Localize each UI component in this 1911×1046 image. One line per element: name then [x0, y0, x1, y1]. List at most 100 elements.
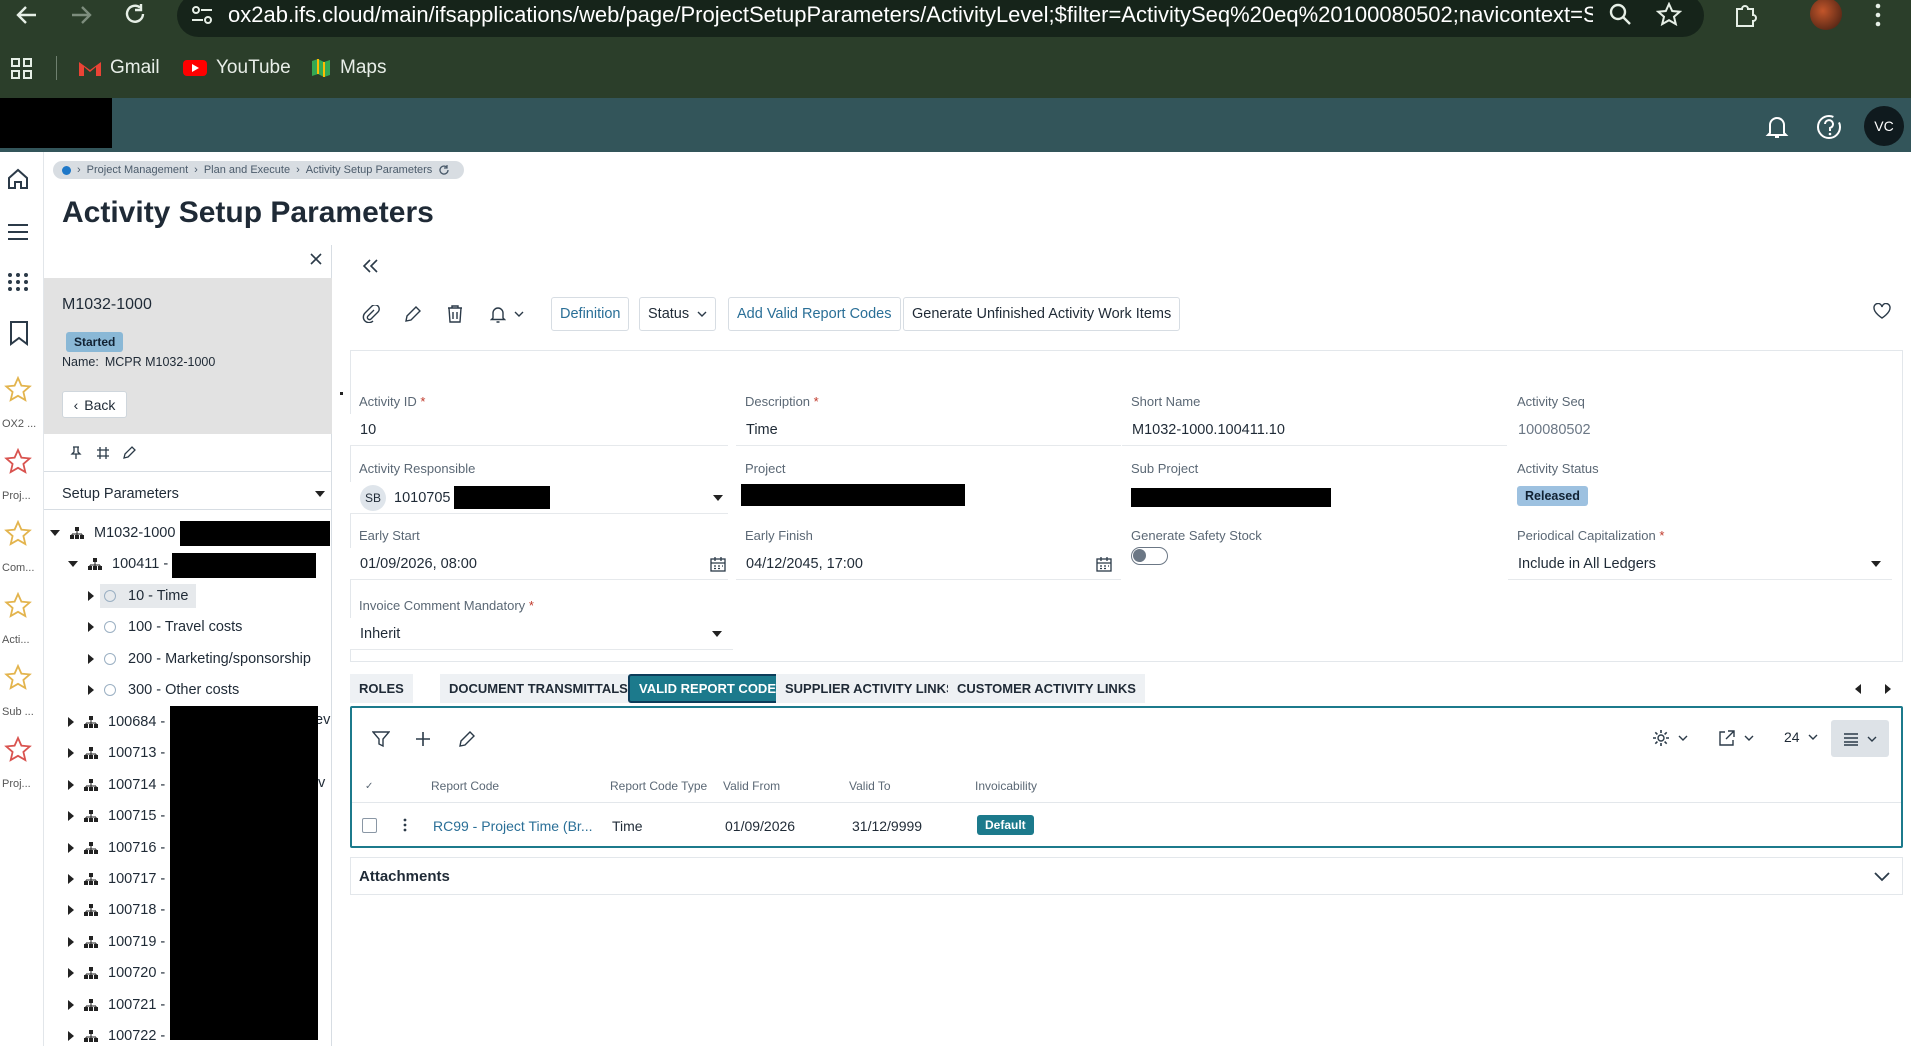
- splitter-handle[interactable]: [340, 392, 343, 395]
- early-start-field[interactable]: 01/09/2026, 08:00: [350, 548, 728, 580]
- tab-supplier-activity-links[interactable]: SUPPLIER ACTIVITY LINKS: [776, 674, 964, 703]
- tab-scroll-left-icon[interactable]: [1854, 683, 1862, 695]
- rail-label[interactable]: Proj...: [2, 778, 31, 790]
- tree-node[interactable]: 100713 -: [68, 742, 165, 764]
- export-dropdown[interactable]: [1718, 729, 1754, 747]
- expand-icon[interactable]: [68, 1031, 74, 1041]
- tab-roles[interactable]: ROLES: [350, 674, 413, 703]
- add-valid-report-codes-button[interactable]: Add Valid Report Codes: [728, 297, 901, 331]
- expand-icon[interactable]: [88, 622, 94, 632]
- filter-icon[interactable]: [372, 730, 390, 748]
- attachments-section[interactable]: Attachments: [350, 857, 1903, 895]
- column-header[interactable]: Valid From: [723, 779, 780, 793]
- breadcrumb-item[interactable]: Plan and Execute: [204, 164, 290, 176]
- tree-node[interactable]: 100718 -: [68, 899, 165, 921]
- tab-scroll-right-icon[interactable]: [1884, 683, 1892, 695]
- expand-icon[interactable]: [68, 936, 74, 947]
- tab-document-transmittals[interactable]: DOCUMENT TRANSMITTALS: [440, 674, 637, 703]
- invoice-comment-select[interactable]: Inherit: [350, 618, 733, 650]
- tree-node[interactable]: 100714 -: [68, 774, 165, 796]
- bookmark-star-icon[interactable]: [1656, 2, 1682, 26]
- early-finish-field[interactable]: 04/12/2045, 17:00: [736, 548, 1121, 580]
- tree-node-subproject[interactable]: 100411 -: [68, 553, 168, 575]
- tree-activity-marketing[interactable]: 200 - Marketing/sponsorship: [88, 648, 311, 670]
- structure-icon[interactable]: [96, 446, 110, 460]
- row-checkbox[interactable]: [362, 818, 377, 833]
- bookmark-maps[interactable]: Maps: [310, 56, 386, 80]
- expand-icon[interactable]: [68, 779, 74, 790]
- column-header[interactable]: Invoicability: [975, 779, 1037, 793]
- reload-icon[interactable]: [122, 2, 152, 30]
- tree-node[interactable]: 100719 -: [68, 931, 165, 953]
- calendar-icon[interactable]: [1096, 556, 1112, 572]
- periodical-capitalization-select[interactable]: Include in All Ledgers: [1508, 548, 1892, 580]
- bookmark-gmail[interactable]: Gmail: [78, 56, 160, 80]
- expand-icon[interactable]: [68, 905, 74, 916]
- select-all-check-icon[interactable]: ✓: [365, 781, 373, 792]
- expand-icon[interactable]: [68, 874, 74, 884]
- rail-label[interactable]: Acti...: [2, 634, 30, 646]
- forward-arrow-icon[interactable]: [68, 2, 98, 30]
- page-size-dropdown[interactable]: 24: [1784, 729, 1818, 745]
- breadcrumb-item[interactable]: Activity Setup Parameters: [306, 164, 433, 176]
- bookmark-youtube[interactable]: YouTube: [182, 56, 291, 80]
- activity-id-field[interactable]: 10: [350, 414, 728, 446]
- back-arrow-icon[interactable]: [14, 2, 44, 30]
- favorite-star-icon[interactable]: [4, 448, 32, 474]
- apps-grid-icon[interactable]: [10, 57, 34, 81]
- rail-label[interactable]: OX2 ...: [2, 418, 36, 430]
- view-mode-button[interactable]: [1831, 720, 1889, 757]
- extensions-icon[interactable]: [1732, 2, 1758, 28]
- breadcrumb-item[interactable]: Project Management: [87, 164, 189, 176]
- expand-icon[interactable]: [68, 968, 74, 979]
- short-name-field[interactable]: M1032-1000.100411.10: [1122, 414, 1507, 446]
- expand-icon[interactable]: [88, 591, 94, 601]
- tree-node[interactable]: 100721 -: [68, 994, 165, 1016]
- home-icon[interactable]: [6, 167, 30, 191]
- user-avatar[interactable]: VC: [1864, 106, 1904, 146]
- menu-icon[interactable]: [6, 220, 30, 244]
- tree-node-root[interactable]: M1032-1000 -: [50, 522, 184, 544]
- column-header[interactable]: Report Code Type: [610, 779, 707, 793]
- close-icon[interactable]: [309, 252, 323, 266]
- notify-dropdown[interactable]: [490, 305, 524, 323]
- grid-settings-dropdown[interactable]: [1652, 729, 1688, 747]
- edit-pencil-icon[interactable]: [458, 730, 476, 748]
- favorite-star-icon[interactable]: [4, 592, 32, 618]
- bookmarks-icon[interactable]: [8, 320, 30, 346]
- tree-activity-other[interactable]: 300 - Other costs: [88, 679, 239, 701]
- caret-down-icon[interactable]: [712, 494, 724, 502]
- favorite-star-icon[interactable]: [4, 664, 32, 690]
- rail-label[interactable]: Proj...: [2, 490, 31, 502]
- favorite-star-icon[interactable]: [4, 736, 32, 762]
- add-icon[interactable]: [414, 730, 432, 748]
- column-header[interactable]: Report Code: [431, 779, 499, 793]
- help-icon[interactable]: [1815, 113, 1843, 141]
- pin-icon[interactable]: [70, 446, 82, 460]
- expand-icon[interactable]: [68, 999, 74, 1010]
- browser-menu-icon[interactable]: [1872, 2, 1884, 28]
- report-code-link[interactable]: RC99 - Project Time (Br...: [433, 818, 592, 834]
- expand-icon[interactable]: [68, 748, 74, 759]
- collapse-panel-icon[interactable]: [362, 258, 380, 274]
- rail-label[interactable]: Com...: [2, 562, 34, 574]
- row-menu-icon[interactable]: [403, 818, 407, 832]
- favorite-heart-icon[interactable]: [1873, 303, 1891, 319]
- tree-node[interactable]: 100716 -: [68, 837, 165, 859]
- tree-node[interactable]: 100720 -: [68, 962, 165, 984]
- edit-pencil-icon[interactable]: [122, 446, 136, 460]
- description-field[interactable]: Time: [736, 414, 1121, 446]
- expand-icon[interactable]: [88, 654, 94, 664]
- home-dot-icon[interactable]: [62, 166, 71, 175]
- expand-icon[interactable]: [88, 685, 94, 695]
- refresh-icon[interactable]: [438, 164, 450, 176]
- tree-activity-time[interactable]: 10 - Time: [88, 585, 188, 607]
- status-button[interactable]: Status: [639, 297, 717, 331]
- safety-stock-toggle[interactable]: [1131, 547, 1168, 565]
- definition-button[interactable]: Definition: [551, 297, 630, 331]
- expand-icon[interactable]: [68, 717, 74, 727]
- tree-node[interactable]: 100684 -: [68, 711, 165, 733]
- delete-trash-icon[interactable]: [446, 304, 464, 324]
- generate-work-items-button[interactable]: Generate Unfinished Activity Work Items: [903, 297, 1181, 331]
- attachment-icon[interactable]: [362, 305, 380, 323]
